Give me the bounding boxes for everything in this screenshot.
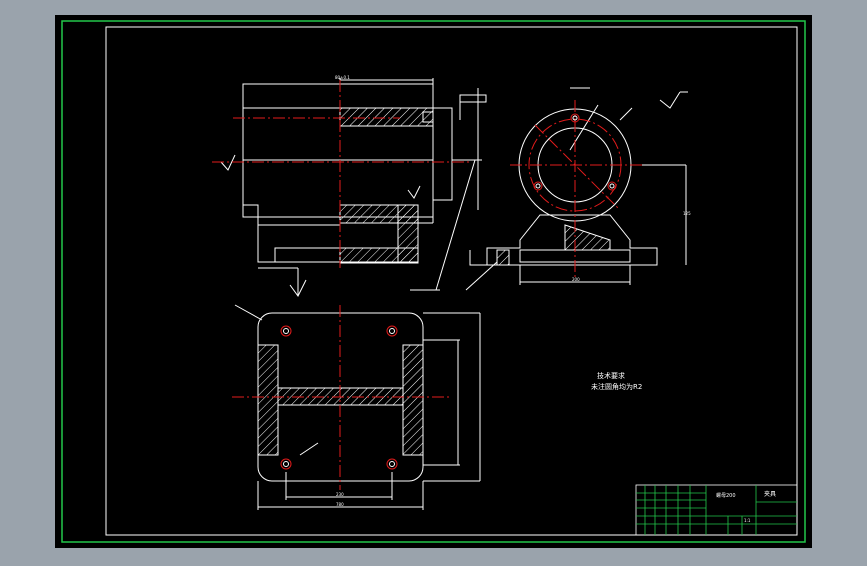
title-drawing-name: 螺母200 (716, 492, 736, 499)
tech-notes-title: 技术要求 (597, 371, 625, 380)
tech-notes-body: 未注圆角均为R2 (591, 382, 642, 391)
side-height-dim: 125 (683, 211, 691, 216)
plan-width-dim: 230 (336, 492, 344, 497)
front-top-dim: 80±0.1 (335, 75, 350, 80)
title-material: 夹具 (764, 490, 776, 498)
plan-bottom-dim: 780 (336, 502, 344, 507)
cad-viewport[interactable]: 80±0.1 125 200 230 780 技术要求 未注圆角均为R2 螺母2… (0, 0, 867, 562)
side-width-dim: 200 (572, 277, 580, 282)
title-scale: 1:1 (744, 518, 751, 523)
